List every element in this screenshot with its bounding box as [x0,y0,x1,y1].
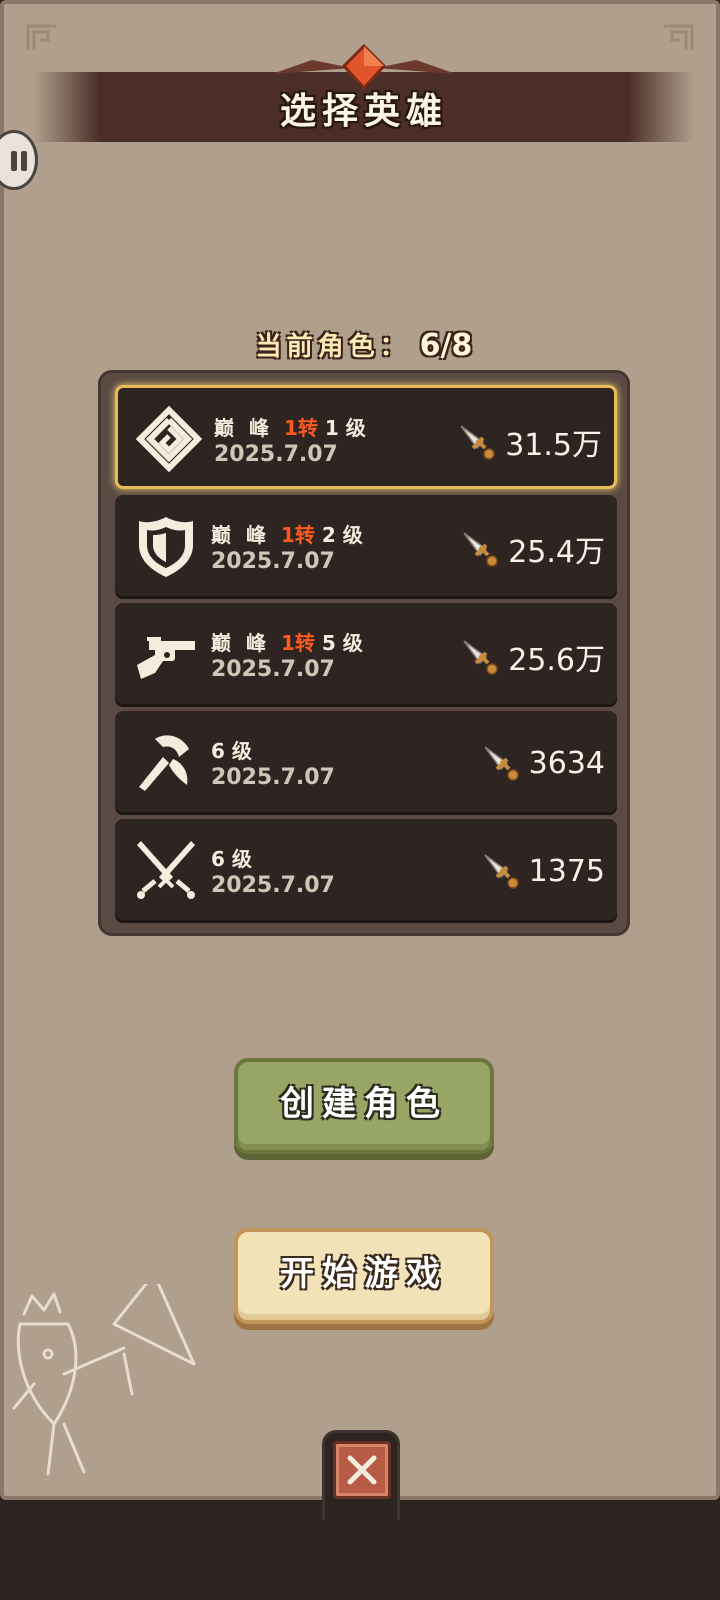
create-character-button[interactable]: 创建角色 [234,1058,494,1154]
hero-row[interactable]: 6 级 2025.7.07 1375 [115,819,617,923]
hero-date: 2025.7.07 [211,657,335,682]
corner-ornament-right [664,24,694,50]
rebirth-count: 1转 [283,416,318,440]
hero-date: 2025.7.07 [211,549,335,574]
close-tab [322,1430,400,1520]
sword-icon [460,425,495,460]
page-title: 选择英雄 [279,91,448,132]
corner-ornament-left [26,24,56,50]
power-value: 3634 [528,745,605,781]
sword-icon [484,746,519,781]
hero-select-panel: 选择英雄 当前角色： 6/8 巅 峰 1转 1 级 2025.7.07 31.5… [0,0,720,1500]
hero-rank: 6 级 [211,739,252,763]
roster-count: 当前角色： 6/8 [4,326,720,363]
hero-power: 31.5万 [457,420,602,464]
hero-rank: 巅 峰 1转 5 级 [211,631,363,655]
shield-icon [139,517,193,577]
hero-date: 2025.7.07 [214,442,338,467]
hero-row[interactable]: 巅 峰 1转 2 级 2025.7.07 25.4万 [115,495,617,599]
roster-count-value: 6/8 [419,328,473,363]
hero-row[interactable]: 巅 峰 1转 5 级 2025.7.07 25.6万 [115,603,617,707]
hero-power: 25.4万 [460,527,605,571]
hero-date: 2025.7.07 [211,873,335,898]
sword-icon [484,854,519,889]
start-game-button[interactable]: 开始游戏 [234,1228,494,1324]
hero-rank: 巅 峰 1转 2 级 [211,523,363,547]
hero-power: 25.6万 [460,635,605,679]
rebirth-count: 1转 [280,523,315,547]
axe-icon [139,735,189,791]
roster-count-label: 当前角色： [255,332,411,362]
hero-power: 1375 [481,851,605,891]
spiral-emblem-icon [136,406,202,472]
hero-rank: 巅 峰 1转 1 级 [214,416,366,440]
power-value: 31.5万 [505,428,602,463]
pause-button[interactable] [0,130,38,190]
close-icon [347,1455,377,1485]
sword-icon [463,532,498,567]
power-value: 25.4万 [508,535,605,570]
hero-list[interactable]: 巅 峰 1转 1 级 2025.7.07 31.5万 巅 峰 1转 2 级 20… [98,370,630,936]
hero-row[interactable]: 6 级 2025.7.07 3634 [115,711,617,815]
pause-icon [11,151,17,171]
hero-rank: 6 级 [211,847,252,871]
hero-row[interactable]: 巅 峰 1转 1 级 2025.7.07 31.5万 [115,385,617,489]
hero-date: 2025.7.07 [211,765,335,790]
power-value: 1375 [528,853,605,889]
carrot-knight-sketch [12,1284,196,1476]
close-button[interactable] [333,1441,391,1499]
power-value: 25.6万 [508,643,605,678]
sword-icon [463,640,498,675]
crossed-swords-icon [137,841,195,899]
revolver-icon [137,637,195,679]
rebirth-count: 1转 [280,631,315,655]
hero-power: 3634 [481,743,605,783]
